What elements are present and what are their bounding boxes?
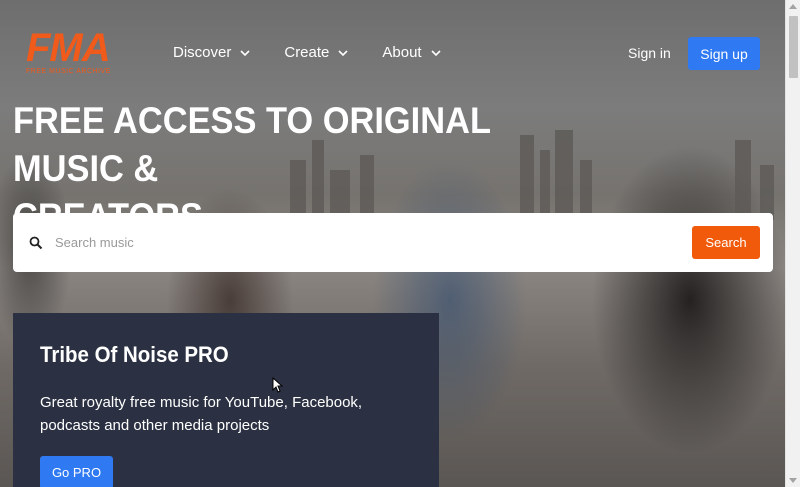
- logo-tagline: FREE MUSIC ARCHIVE: [26, 68, 111, 75]
- scroll-up-arrow-icon[interactable]: [789, 4, 797, 9]
- mouse-cursor-icon: [272, 377, 283, 393]
- sign-up-button[interactable]: Sign up: [688, 37, 760, 70]
- chevron-down-icon: [431, 49, 441, 56]
- fma-logo[interactable]: FMA FREE MUSIC ARCHIVE: [26, 26, 138, 78]
- main-nav: Discover Create About: [173, 44, 475, 61]
- nav-item-discover[interactable]: Discover: [173, 44, 250, 61]
- promo-card: Tribe Of Noise PRO Great royalty free mu…: [13, 313, 439, 487]
- search-icon: [29, 236, 43, 250]
- chevron-down-icon: [338, 49, 348, 56]
- nav-item-about[interactable]: About: [382, 44, 441, 61]
- promo-title: Tribe Of Noise PRO: [40, 342, 229, 367]
- chevron-down-icon: [240, 49, 250, 56]
- promo-text: Great royalty free music for YouTube, Fa…: [40, 394, 363, 434]
- site-header: FMA FREE MUSIC ARCHIVE Discover Create A…: [0, 0, 785, 100]
- sign-in-link[interactable]: Sign in: [628, 45, 671, 61]
- search-button[interactable]: Search: [692, 226, 760, 259]
- go-pro-button[interactable]: Go PRO: [40, 456, 113, 487]
- search-input[interactable]: [55, 227, 675, 257]
- nav-item-label: Discover: [173, 44, 232, 61]
- scroll-down-arrow-icon[interactable]: [789, 478, 797, 483]
- nav-item-label: About: [382, 44, 422, 61]
- nav-item-label: Create: [284, 44, 330, 61]
- logo-mark: FMA: [26, 26, 111, 70]
- search-bar: Search: [13, 213, 773, 272]
- scroll-thumb[interactable]: [789, 16, 798, 78]
- headline-line-1: FREE ACCESS TO ORIGINAL MUSIC &: [13, 100, 491, 189]
- page-scrollbar[interactable]: [785, 0, 800, 487]
- nav-item-create[interactable]: Create: [284, 44, 348, 61]
